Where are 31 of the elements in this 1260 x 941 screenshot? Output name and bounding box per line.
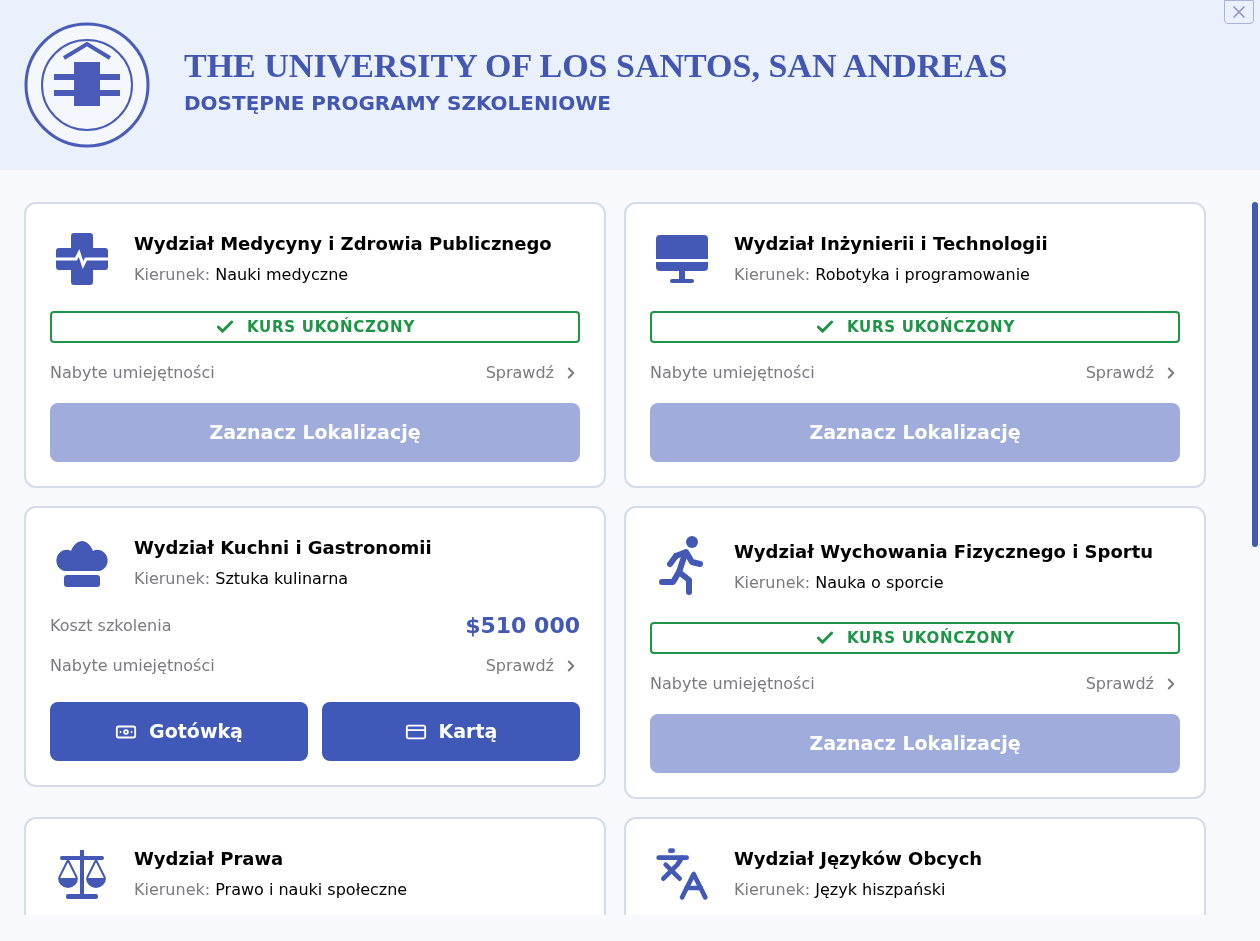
field-of-study: Kierunek: Sztuka kulinarna xyxy=(134,568,350,590)
field-of-study: Kierunek: Prawo i nauki społeczne xyxy=(134,879,408,901)
university-title: THE UNIVERSITY OF LOS SANTOS, SAN ANDREAS xyxy=(184,49,1008,83)
language-icon xyxy=(654,845,710,902)
completed-status: KURS UKOŃCZONY xyxy=(650,622,1180,654)
faculty-title: Wydział Prawa xyxy=(134,847,285,871)
field-of-study: Kierunek: Nauki medyczne xyxy=(134,264,350,286)
field-of-study: Kierunek: Robotyka i programowanie xyxy=(734,264,1031,286)
completed-status: KURS UKOŃCZONY xyxy=(50,311,580,343)
university-seal-icon xyxy=(24,22,150,148)
pay-cash-button[interactable]: Gotówką xyxy=(50,702,308,761)
field-of-study: Kierunek: Język hiszpański xyxy=(734,879,947,901)
skills-label: Nabyte umiejętności xyxy=(50,655,215,677)
faculty-title: Wydział Inżynierii i Technologii xyxy=(734,232,1048,256)
cost-label: Koszt szkolenia xyxy=(50,614,172,637)
close-button[interactable] xyxy=(1224,0,1254,24)
faculty-title: Wydział Medycyny i Zdrowia Publicznego xyxy=(134,232,552,256)
faculty-title: Wydział Języków Obcych xyxy=(734,847,983,871)
skills-label: Nabyte umiejętności xyxy=(50,362,215,384)
pay-card-button[interactable]: Kartą xyxy=(322,702,580,761)
faculty-title: Wydział Kuchni i Gastronomii xyxy=(134,536,432,560)
scrollbar-thumb[interactable] xyxy=(1252,202,1258,547)
completed-status: KURS UKOŃCZONY xyxy=(650,311,1180,343)
page-subtitle: DOSTĘPNE PROGRAMY SZKOLENIOWE xyxy=(184,93,612,113)
faculty-title: Wydział Wychowania Fizycznego i Sportu xyxy=(734,539,1154,564)
cost-value: $510 000 xyxy=(465,612,580,640)
medical-cross-icon xyxy=(54,230,110,287)
skills-label: Nabyte umiejętności xyxy=(650,362,815,384)
skills-label: Nabyte umiejętności xyxy=(650,673,815,695)
field-of-study: Kierunek: Nauka o sporcie xyxy=(734,571,945,594)
check-link[interactable]: Sprawdź xyxy=(485,654,580,678)
